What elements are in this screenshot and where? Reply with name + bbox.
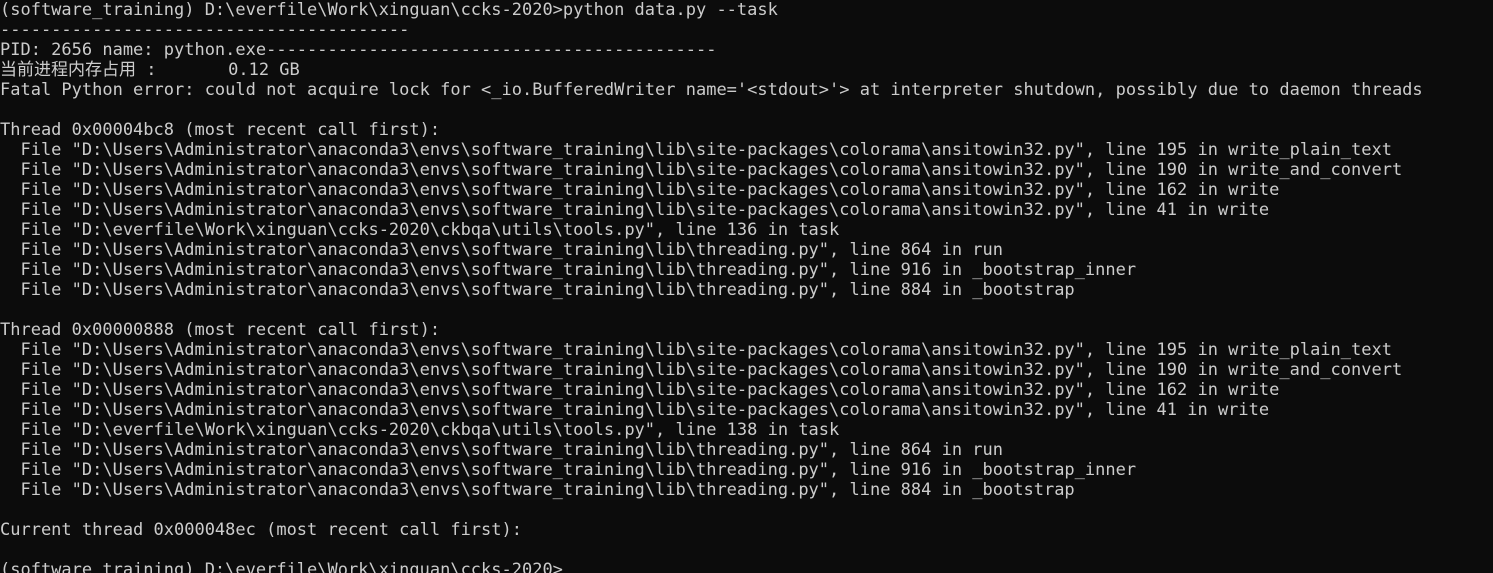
memory-usage-line: 当前进程内存占用 : 0.12 GB: [0, 60, 300, 80]
traceback-line: File "D:\Users\Administrator\anaconda3\e…: [0, 160, 1403, 180]
traceback-line: File "D:\Users\Administrator\anaconda3\e…: [0, 460, 1137, 480]
current-thread-line: Current thread 0x000048ec (most recent c…: [0, 520, 522, 540]
terminal-window[interactable]: (software_training) D:\everfile\Work\xin…: [0, 0, 1493, 573]
traceback-line: File "D:\Users\Administrator\anaconda3\e…: [0, 440, 1004, 460]
thread-header-line: Thread 0x00004bc8 (most recent call firs…: [0, 120, 441, 140]
traceback-line: File "D:\everfile\Work\xinguan\ccks-2020…: [0, 220, 840, 240]
pid-line: PID: 2656 name: python.exe--------------…: [0, 40, 717, 60]
traceback-line: File "D:\Users\Administrator\anaconda3\e…: [0, 480, 1075, 500]
traceback-line: File "D:\Users\Administrator\anaconda3\e…: [0, 280, 1075, 300]
traceback-line: File "D:\everfile\Work\xinguan\ccks-2020…: [0, 420, 840, 440]
traceback-line: File "D:\Users\Administrator\anaconda3\e…: [0, 380, 1280, 400]
traceback-line: File "D:\Users\Administrator\anaconda3\e…: [0, 260, 1137, 280]
separator-line: ----------------------------------------: [0, 20, 410, 40]
traceback-line: File "D:\Users\Administrator\anaconda3\e…: [0, 140, 1392, 160]
traceback-line: File "D:\Users\Administrator\anaconda3\e…: [0, 340, 1392, 360]
traceback-line: File "D:\Users\Administrator\anaconda3\e…: [0, 360, 1403, 380]
prompt-command-line: (software_training) D:\everfile\Work\xin…: [0, 0, 778, 20]
traceback-line: File "D:\Users\Administrator\anaconda3\e…: [0, 400, 1270, 420]
fatal-error-line: Fatal Python error: could not acquire lo…: [0, 80, 1423, 100]
thread-header-line: Thread 0x00000888 (most recent call firs…: [0, 320, 441, 340]
traceback-line: File "D:\Users\Administrator\anaconda3\e…: [0, 240, 1004, 260]
traceback-line: File "D:\Users\Administrator\anaconda3\e…: [0, 180, 1280, 200]
prompt-line[interactable]: (software_training) D:\everfile\Work\xin…: [0, 560, 1493, 573]
traceback-line: File "D:\Users\Administrator\anaconda3\e…: [0, 200, 1270, 220]
